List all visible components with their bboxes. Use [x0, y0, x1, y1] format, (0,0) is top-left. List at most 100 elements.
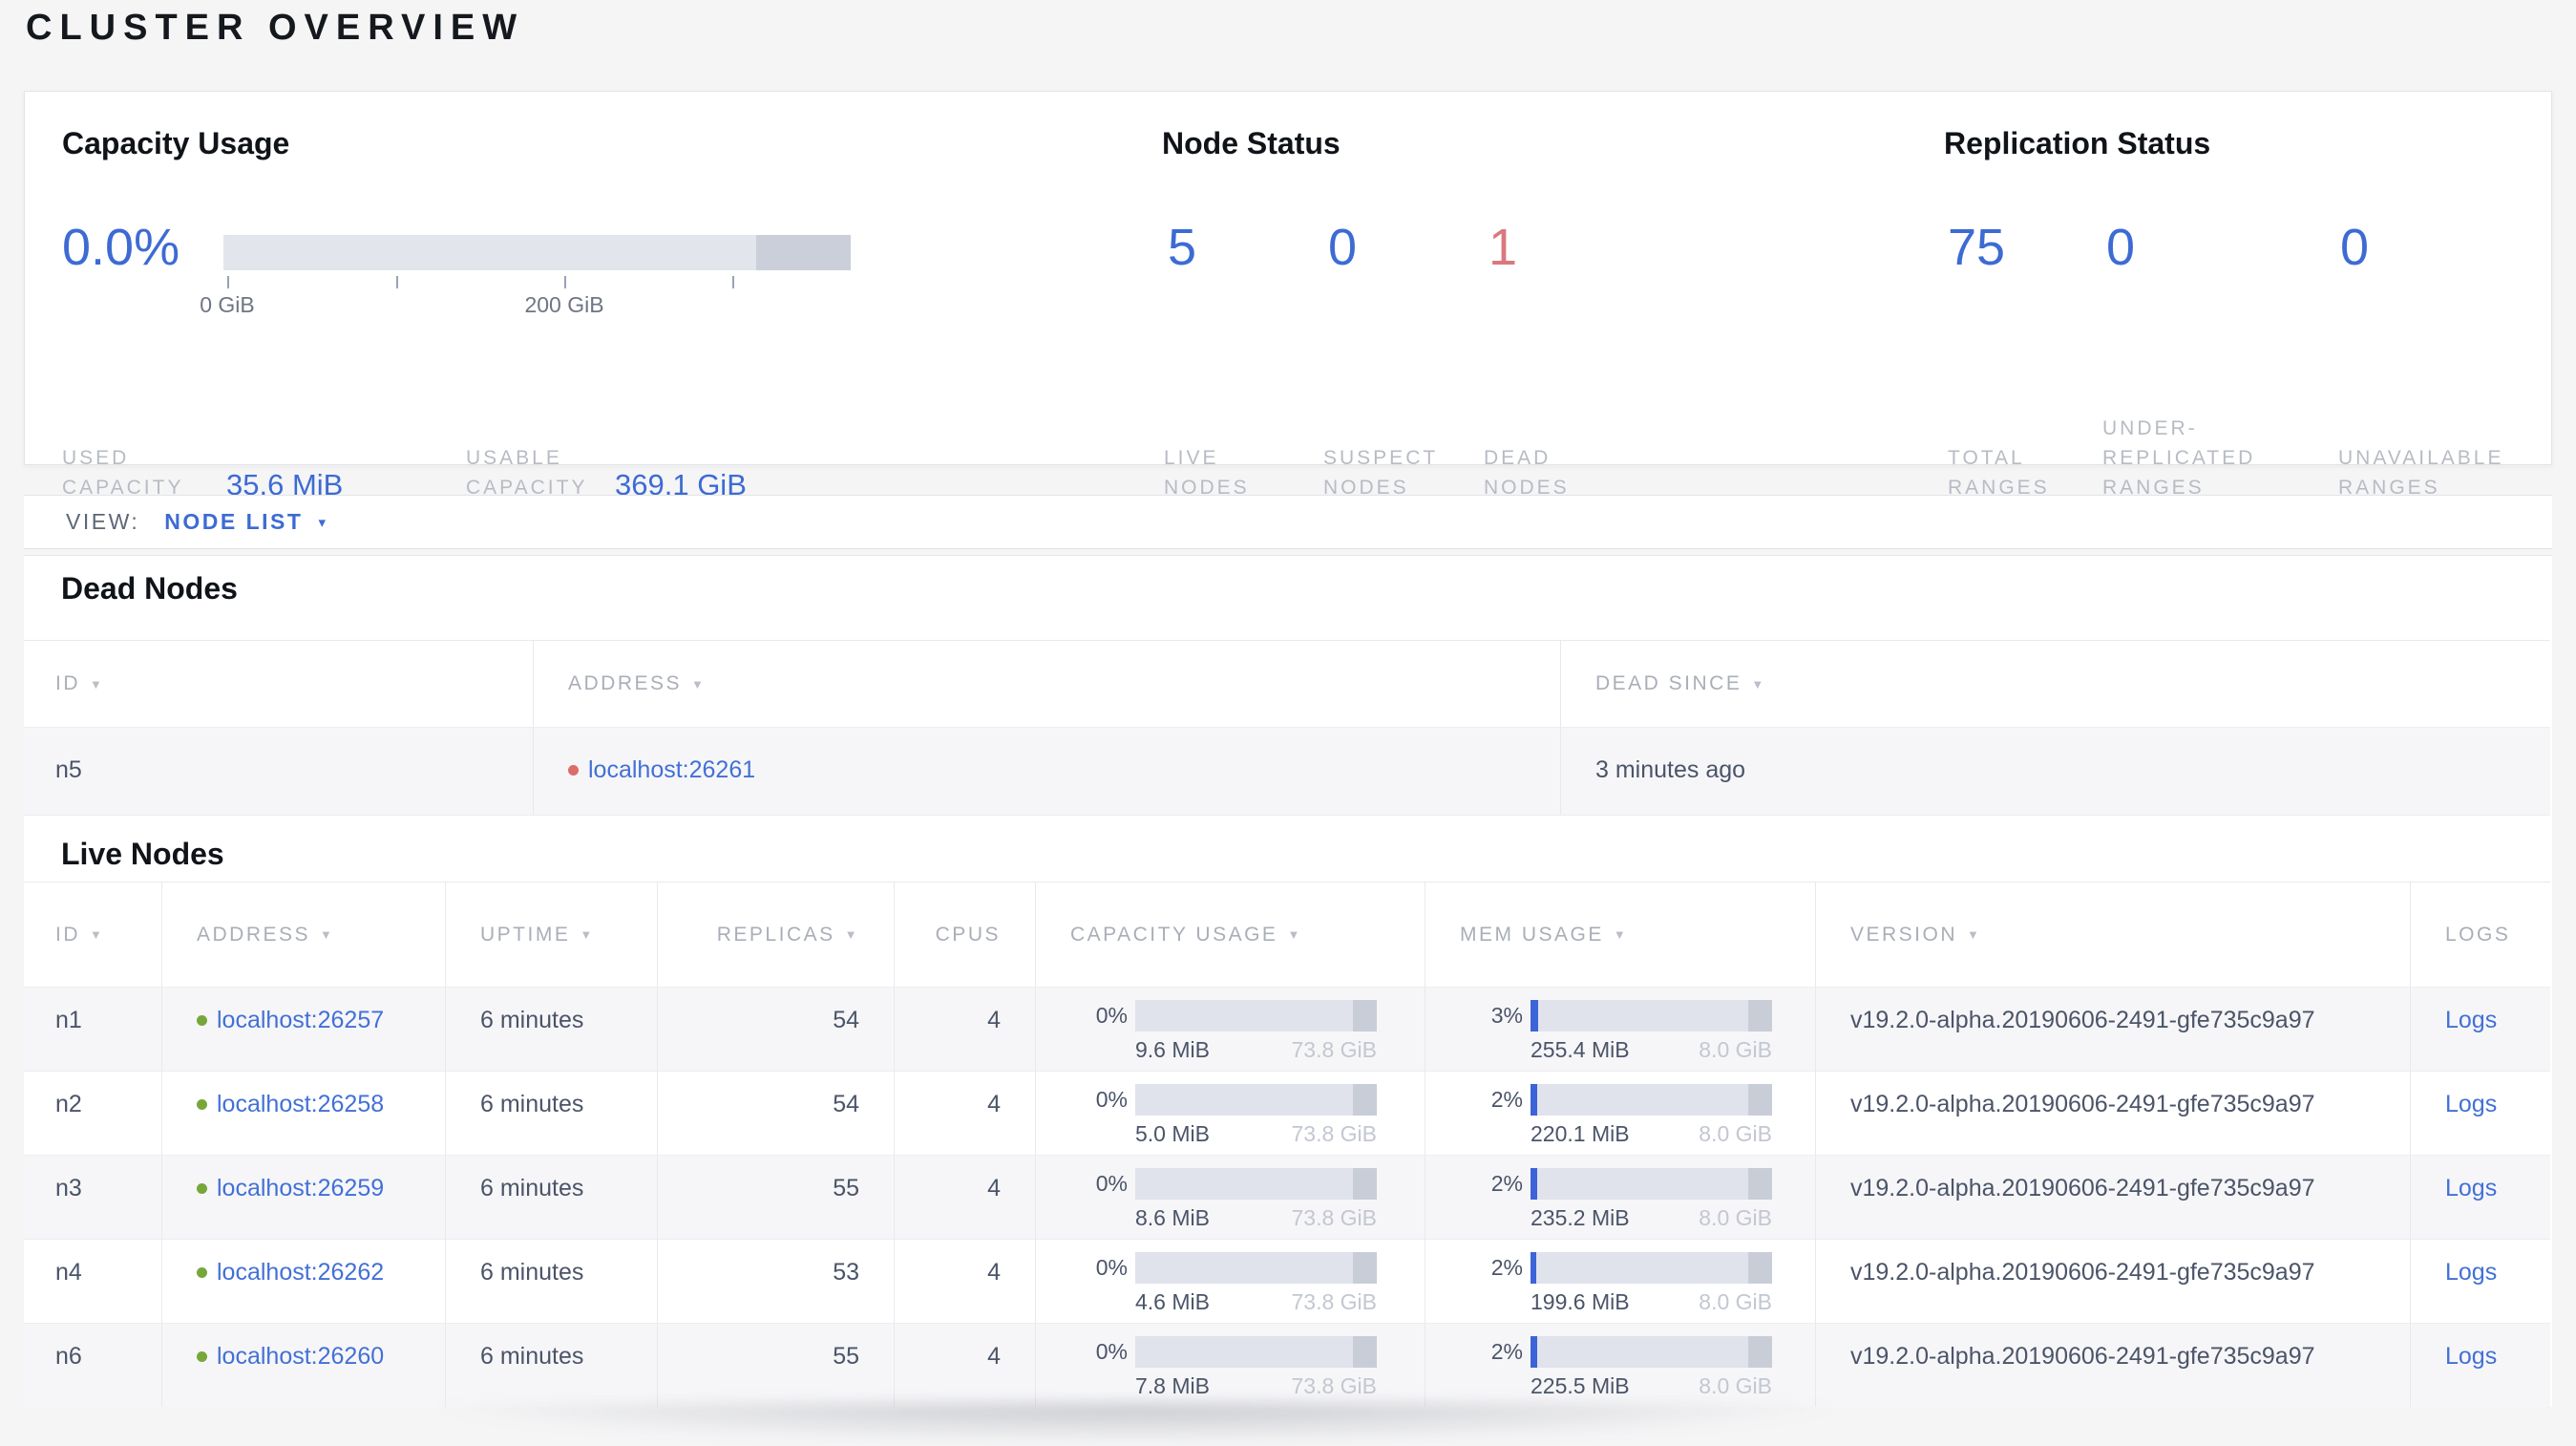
logs-link[interactable]: Logs: [2445, 1343, 2497, 1370]
mem-used-value: 220.1 MiB: [1531, 1121, 1630, 1146]
node-address-link[interactable]: localhost:26259: [217, 1175, 384, 1202]
uptime-cell: 6 minutes: [445, 1240, 657, 1323]
replicas-cell: 54: [657, 988, 894, 1071]
live-col-version[interactable]: VERSION ▼: [1815, 882, 2410, 987]
mem-percent: 2%: [1490, 1255, 1523, 1280]
capacity-used-value: 7.8 MiB: [1135, 1373, 1210, 1398]
mem-meter-bar: [1531, 1000, 1772, 1031]
live-col-logs: LOGS: [2410, 882, 2550, 987]
table-row: n3 localhost:26259 6 minutes 55 4 0% 8.6…: [24, 1155, 2550, 1239]
mem-meter-bar: [1531, 1252, 1772, 1284]
mem-total-value: 8.0 GiB: [1699, 1121, 1772, 1146]
mem-meter-bar: [1531, 1168, 1772, 1200]
page-title: CLUSTER OVERVIEW: [26, 8, 525, 48]
sort-desc-icon: ▼: [1613, 927, 1629, 942]
logs-cell: Logs: [2410, 1324, 2550, 1407]
node-address-link[interactable]: localhost:26257: [217, 1007, 384, 1034]
live-nodes-label: LIVE NODES: [1164, 447, 1250, 499]
live-col-address[interactable]: ADDRESS ▼: [161, 882, 445, 987]
version-cell: v19.2.0-alpha.20190606-2491-gfe735c9a97: [1815, 988, 2410, 1071]
live-col-uptime[interactable]: UPTIME ▼: [445, 882, 657, 987]
node-id-cell: n4: [55, 1259, 82, 1286]
capacity-meter-bar: [1135, 1000, 1377, 1031]
axis-tick: [564, 276, 566, 288]
axis-tick: [396, 276, 398, 288]
unavailable-ranges-count: 0: [2340, 219, 2370, 276]
capacity-used-value: 4.6 MiB: [1135, 1289, 1210, 1314]
live-nodes-count: 5: [1168, 219, 1197, 276]
usable-capacity-label: USABLE CAPACITY: [466, 447, 588, 499]
logs-cell: Logs: [2410, 988, 2550, 1071]
logs-cell: Logs: [2410, 1240, 2550, 1323]
logs-link[interactable]: Logs: [2445, 1259, 2497, 1286]
mem-usage-cell: 2% 235.2 MiB 8.0 GiB: [1425, 1156, 1815, 1239]
node-id-cell: n2: [55, 1091, 82, 1117]
node-address-link[interactable]: localhost:26262: [217, 1259, 384, 1287]
capacity-total-value: 73.8 GiB: [1291, 1037, 1378, 1062]
capacity-meter-bar: [1135, 1336, 1377, 1368]
view-label: VIEW:: [66, 509, 140, 534]
dead-col-id[interactable]: ID ▼: [24, 641, 533, 727]
live-status-dot-icon: [197, 1351, 207, 1362]
total-ranges-label: TOTAL RANGES: [1948, 447, 2050, 499]
cpus-cell: 4: [894, 1240, 1035, 1323]
uptime-cell: 6 minutes: [445, 988, 657, 1071]
table-row: n4 localhost:26262 6 minutes 53 4 0% 4.6…: [24, 1239, 2550, 1323]
axis-label-0gib: 0 GiB: [200, 292, 255, 317]
sort-desc-icon: ▼: [691, 676, 707, 691]
live-col-replicas[interactable]: REPLICAS ▼: [657, 882, 894, 987]
mem-usage-cell: 3% 255.4 MiB 8.0 GiB: [1425, 988, 1815, 1071]
mem-used-value: 199.6 MiB: [1531, 1289, 1630, 1314]
logs-link[interactable]: Logs: [2445, 1091, 2497, 1117]
uptime-cell: 6 minutes: [445, 1324, 657, 1407]
capacity-used-value: 8.6 MiB: [1135, 1205, 1210, 1230]
used-capacity-label: USED CAPACITY: [62, 447, 184, 499]
live-nodes-table-header: ID ▼ ADDRESS ▼ UPTIME ▼ REPLICAS ▼ CPUS …: [24, 882, 2550, 987]
node-address-link[interactable]: localhost:26260: [217, 1343, 384, 1371]
sort-desc-icon: ▼: [90, 927, 105, 942]
capacity-percent: 0%: [1095, 1087, 1128, 1112]
live-col-capacity-usage[interactable]: CAPACITY USAGE ▼: [1035, 882, 1425, 987]
dead-nodes-table-header: ID ▼ ADDRESS ▼ DEAD SINCE ▼: [24, 640, 2550, 727]
node-address-link[interactable]: localhost:26258: [217, 1091, 384, 1118]
mem-percent: 3%: [1490, 1003, 1523, 1028]
logs-link[interactable]: Logs: [2445, 1175, 2497, 1201]
mem-usage-cell: 2% 199.6 MiB 8.0 GiB: [1425, 1240, 1815, 1323]
capacity-total-value: 73.8 GiB: [1291, 1121, 1378, 1146]
live-col-mem-usage[interactable]: MEM USAGE ▼: [1425, 882, 1815, 987]
mem-total-value: 8.0 GiB: [1699, 1373, 1772, 1398]
cpus-cell: 4: [894, 988, 1035, 1071]
version-cell: v19.2.0-alpha.20190606-2491-gfe735c9a97: [1815, 1156, 2410, 1239]
capacity-meter-bar: [1135, 1084, 1377, 1116]
logs-link[interactable]: Logs: [2445, 1007, 2497, 1033]
dead-nodes-count: 1: [1489, 219, 1518, 276]
cpus-cell: 4: [894, 1156, 1035, 1239]
view-dropdown[interactable]: NODE LIST ▾: [164, 509, 327, 535]
live-col-cpus[interactable]: CPUS: [894, 882, 1035, 987]
node-id-cell: n3: [55, 1175, 82, 1201]
logs-cell: Logs: [2410, 1156, 2550, 1239]
nodes-sheet: Dead Nodes ID ▼ ADDRESS ▼ DEAD SINCE ▼ n…: [24, 555, 2552, 1407]
live-col-id[interactable]: ID ▼: [24, 882, 161, 987]
sort-desc-icon: ▼: [1967, 927, 1982, 942]
version-cell: v19.2.0-alpha.20190606-2491-gfe735c9a97: [1815, 1072, 2410, 1155]
capacity-percent: 0%: [1095, 1171, 1128, 1196]
dead-col-address[interactable]: ADDRESS ▼: [533, 641, 1560, 727]
node-address-cell: localhost:26258: [161, 1072, 445, 1155]
capacity-total-value: 73.8 GiB: [1291, 1373, 1378, 1398]
capacity-bar-reserved-segment: [756, 235, 851, 270]
node-id-cell: n5: [55, 756, 82, 783]
capacity-total-value: 73.8 GiB: [1291, 1289, 1378, 1314]
axis-label-200gib: 200 GiB: [524, 292, 604, 317]
axis-tick: [732, 276, 734, 288]
node-address-link[interactable]: localhost:26261: [588, 756, 755, 784]
node-address-cell: localhost:26262: [161, 1240, 445, 1323]
viewport-bottom-shadow: [434, 1403, 1838, 1443]
dead-col-dead-since[interactable]: DEAD SINCE ▼: [1560, 641, 2550, 727]
capacity-usage-heading: Capacity Usage: [62, 126, 290, 160]
dead-nodes-label: DEAD NODES: [1484, 447, 1570, 499]
mem-total-value: 8.0 GiB: [1699, 1289, 1772, 1314]
replication-status-heading: Replication Status: [1944, 126, 2211, 160]
dead-status-dot-icon: [568, 765, 579, 776]
uptime-cell: 6 minutes: [445, 1072, 657, 1155]
